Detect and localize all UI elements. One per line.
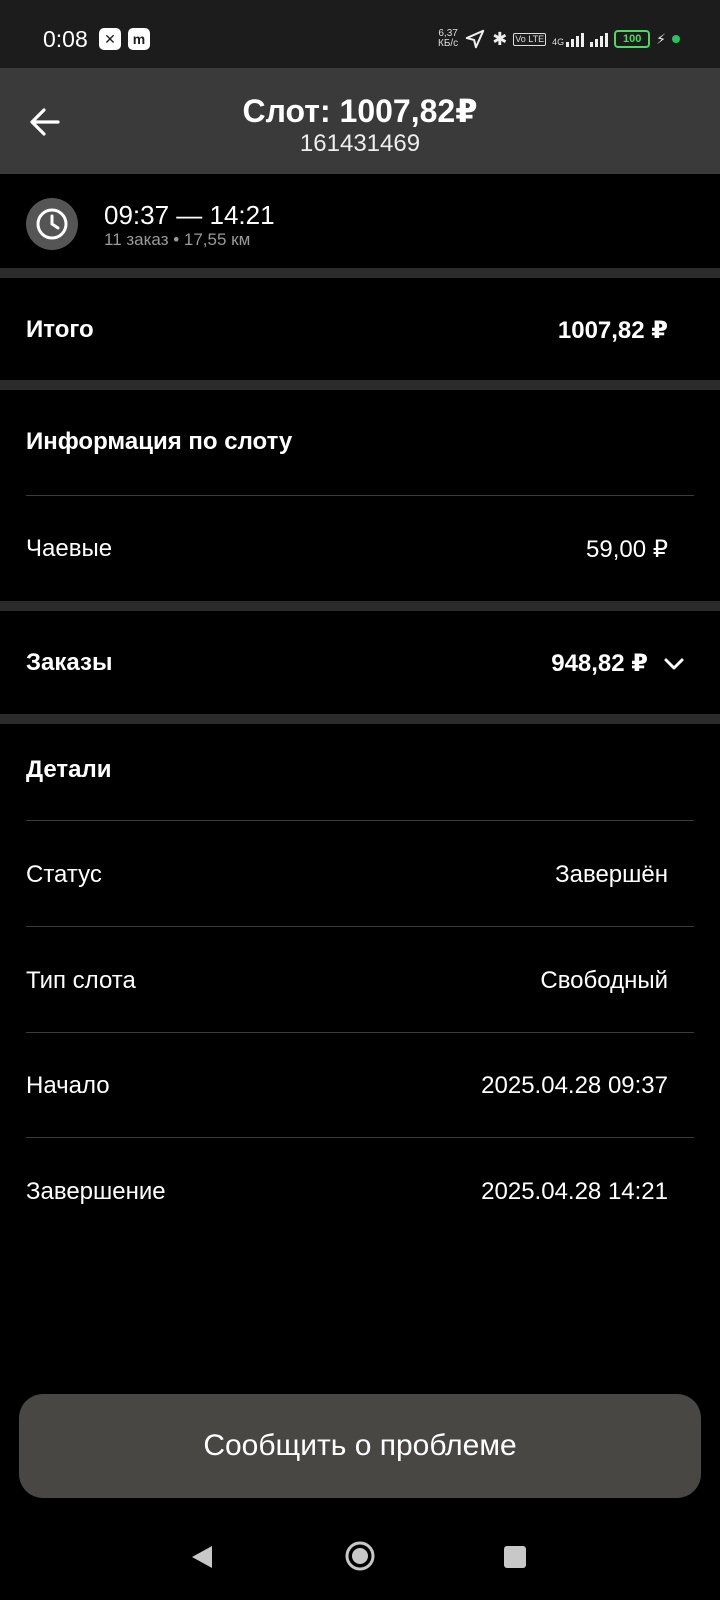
nav-back-icon[interactable]: [190, 1544, 214, 1570]
divider: [26, 1032, 694, 1033]
total-label: Итого: [26, 316, 94, 343]
charging-icon: ⚡: [656, 31, 666, 47]
page-title: Слот: 1007,82₽: [242, 93, 478, 129]
section-separator: [0, 268, 720, 278]
tips-label: Чаевые: [26, 535, 113, 562]
chevron-down-icon[interactable]: [663, 657, 685, 671]
signal-icon-2: [590, 31, 609, 47]
slot-summary: 09:37 — 14:21 11 заказ • 17,55 км: [0, 174, 720, 268]
app-x-icon: ✕: [99, 28, 121, 50]
start-label: Начало: [26, 1072, 110, 1099]
app-bar: Слот: 1007,82₽ 161431469: [0, 68, 720, 174]
battery-icon: 100: [614, 30, 651, 48]
section-separator: [0, 601, 720, 611]
status-time: 0:08: [43, 26, 88, 52]
slot-time-range: 09:37 — 14:21: [104, 200, 275, 230]
details-heading: Детали: [26, 756, 112, 783]
status-value: Завершён: [555, 861, 668, 888]
volte-icon: Vo LTE: [513, 32, 547, 46]
divider: [26, 926, 694, 927]
location-arrow-icon: [465, 29, 485, 49]
divider: [26, 820, 694, 821]
slot-info-heading: Информация по слоту: [26, 428, 293, 455]
section-separator: [0, 380, 720, 390]
status-bar: 0:08 ✕ m 6,37 КБ/с ✱ Vo LTE 4G 100 ⚡: [0, 0, 720, 68]
orders-value: 948,82 ₽: [551, 650, 648, 677]
end-value: 2025.04.28 14:21: [481, 1178, 668, 1205]
clock-icon: [26, 198, 78, 250]
slot-type-label: Тип слота: [26, 967, 136, 994]
divider: [26, 495, 694, 496]
privacy-indicator-dot: [672, 35, 680, 43]
slot-type-value: Свободный: [540, 967, 668, 994]
report-problem-button[interactable]: Сообщить о проблеме: [19, 1394, 701, 1498]
status-label: Статус: [26, 861, 102, 888]
slot-meta: 11 заказ • 17,55 км: [104, 230, 251, 249]
status-right-icons: 6,37 КБ/с ✱ Vo LTE 4G 100 ⚡: [438, 24, 680, 54]
signal-icon: 4G: [552, 31, 585, 47]
app-m-icon: m: [128, 28, 150, 50]
system-nav-bar: [0, 1510, 720, 1600]
nav-home-icon[interactable]: [344, 1540, 376, 1572]
divider: [26, 1137, 694, 1138]
net-speed: 6,37 КБ/с: [438, 28, 459, 49]
section-separator: [0, 714, 720, 724]
start-value: 2025.04.28 09:37: [481, 1072, 668, 1099]
slot-id: 161431469: [299, 130, 421, 157]
tips-value: 59,00 ₽: [586, 536, 668, 563]
end-label: Завершение: [26, 1178, 166, 1205]
nav-recent-apps-icon[interactable]: [504, 1546, 526, 1568]
orders-label: Заказы: [26, 649, 113, 676]
total-value: 1007,82 ₽: [557, 317, 668, 344]
orders-row[interactable]: Заказы 948,82 ₽: [0, 611, 720, 714]
bluetooth-icon: ✱: [492, 29, 508, 49]
